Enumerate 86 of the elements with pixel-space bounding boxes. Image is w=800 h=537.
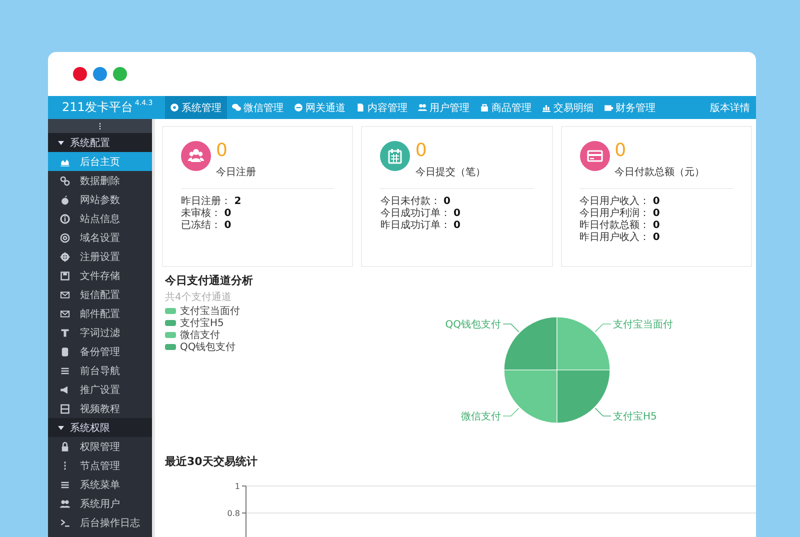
sidebar-item[interactable]: 后台操作日志	[48, 513, 152, 532]
list-icon	[60, 366, 70, 376]
sidebar-item[interactable]: 站点信息	[48, 209, 152, 228]
sidebar-group-header[interactable]: 系统配置	[48, 133, 152, 152]
caret-icon	[58, 426, 64, 430]
stat-line: 今日成功订单： 0	[380, 208, 462, 220]
film-icon	[60, 404, 70, 414]
credit-card-icon	[586, 148, 603, 164]
chat-icon	[232, 103, 241, 112]
leader-line	[502, 408, 520, 416]
stat-value: 0	[614, 141, 628, 161]
calendar-icon	[387, 148, 404, 164]
users-icon	[188, 148, 204, 164]
sidebar-group-header[interactable]: 系统权限	[48, 418, 152, 437]
window-control[interactable]	[93, 67, 107, 81]
envelope-icon	[60, 290, 70, 300]
pie-label: QQ钱包支付	[445, 320, 501, 330]
pie-label: 支付宝H5	[613, 412, 657, 422]
stat-label: 今日提交（笔）	[415, 166, 486, 179]
legend-item[interactable]: 支付宝H5	[165, 317, 427, 328]
stat-line: 昨日成功订单： 0	[380, 220, 462, 232]
sidebar-item[interactable]: 权限管理	[48, 437, 152, 456]
sidebar-item[interactable]: 域名设置	[48, 228, 152, 247]
sidebar-item[interactable]: 推广设置	[48, 380, 152, 399]
link-icon	[60, 176, 70, 186]
list-icon	[60, 480, 70, 490]
group-label: 系统配置	[70, 136, 110, 150]
info-icon	[60, 214, 70, 224]
sidebar-item[interactable]: 邮件配置	[48, 304, 152, 323]
sidebar-item[interactable]: 节点管理	[48, 456, 152, 475]
leader-line	[502, 324, 520, 332]
stat-line: 已冻结： 0	[181, 220, 232, 232]
section-subtitle: 共4个支付通道	[165, 290, 232, 304]
section-title: 今日支付通道分析	[165, 273, 254, 288]
stat-value: 0	[415, 141, 428, 161]
floppy-icon	[60, 270, 70, 280]
sidebar-item[interactable]: 系统菜单	[48, 475, 152, 494]
sidebar-item[interactable]: 短信配置	[48, 285, 152, 304]
axis-label: 1	[234, 482, 240, 491]
pie-label: 支付宝当面付	[613, 320, 673, 330]
leader-line	[594, 324, 612, 332]
sidebar-toggle[interactable]	[48, 119, 152, 133]
sidebar-item[interactable]: 前台导航	[48, 361, 152, 380]
window-control[interactable]	[113, 67, 127, 81]
megaphone-icon	[60, 384, 70, 394]
section-title: 最近30天交易统计	[165, 454, 258, 469]
stat-line: 昨日注册： 2	[181, 196, 242, 208]
stat-label: 今日付款总额（元）	[614, 166, 705, 179]
legend-item[interactable]: QQ钱包支付	[165, 341, 427, 352]
sidebar-item[interactable]: 文件存储	[48, 266, 152, 285]
sidebar-item[interactable]: 系统用户	[48, 494, 152, 513]
pie-label: 微信支付	[461, 412, 501, 422]
stat-line: 昨日付款总额： 0	[580, 220, 661, 232]
stat-line: 未审核： 0	[181, 208, 232, 220]
envelope-icon	[60, 308, 70, 318]
sidebar-item[interactable]: 注册设置	[48, 247, 152, 266]
apple-icon	[60, 194, 70, 204]
stat-line: 今日未付款： 0	[380, 196, 452, 208]
sidebar-item[interactable]: 字词过滤	[48, 323, 152, 342]
users-icon	[60, 498, 70, 508]
nav-tab[interactable]: 系统管理	[164, 96, 227, 119]
bag-icon	[480, 103, 489, 112]
stat-line: 昨日用户收入： 0	[580, 232, 661, 244]
at-icon	[60, 232, 70, 242]
group-label: 系统权限	[70, 422, 110, 434]
caret-icon	[58, 140, 64, 144]
stat-value: 0	[216, 141, 228, 161]
sidebar-item[interactable]: 视频教程	[48, 399, 152, 418]
stat-line: 今日用户利润： 0	[580, 208, 661, 220]
legend-item[interactable]: 微信支付	[165, 329, 427, 340]
leader-line	[594, 408, 612, 416]
users-icon	[418, 103, 427, 112]
sidebar-item[interactable]: 数据删除	[48, 171, 152, 190]
legend-item[interactable]: 支付宝当面付	[165, 305, 427, 316]
sidebar-item[interactable]: 备份管理	[48, 342, 152, 361]
y-axis	[242, 486, 246, 537]
file-icon	[356, 103, 365, 112]
lock-icon	[60, 442, 70, 452]
sidebar-item[interactable]: 网站参数	[48, 190, 152, 209]
bar-chart-icon	[542, 103, 551, 112]
terminal-icon	[60, 518, 70, 528]
stat-label: 今日注册	[216, 166, 256, 179]
window-control[interactable]	[73, 67, 87, 81]
stat-line: 今日用户收入： 0	[580, 196, 661, 208]
area-chart-icon	[60, 156, 70, 166]
axis-label: 0.8	[227, 509, 240, 518]
